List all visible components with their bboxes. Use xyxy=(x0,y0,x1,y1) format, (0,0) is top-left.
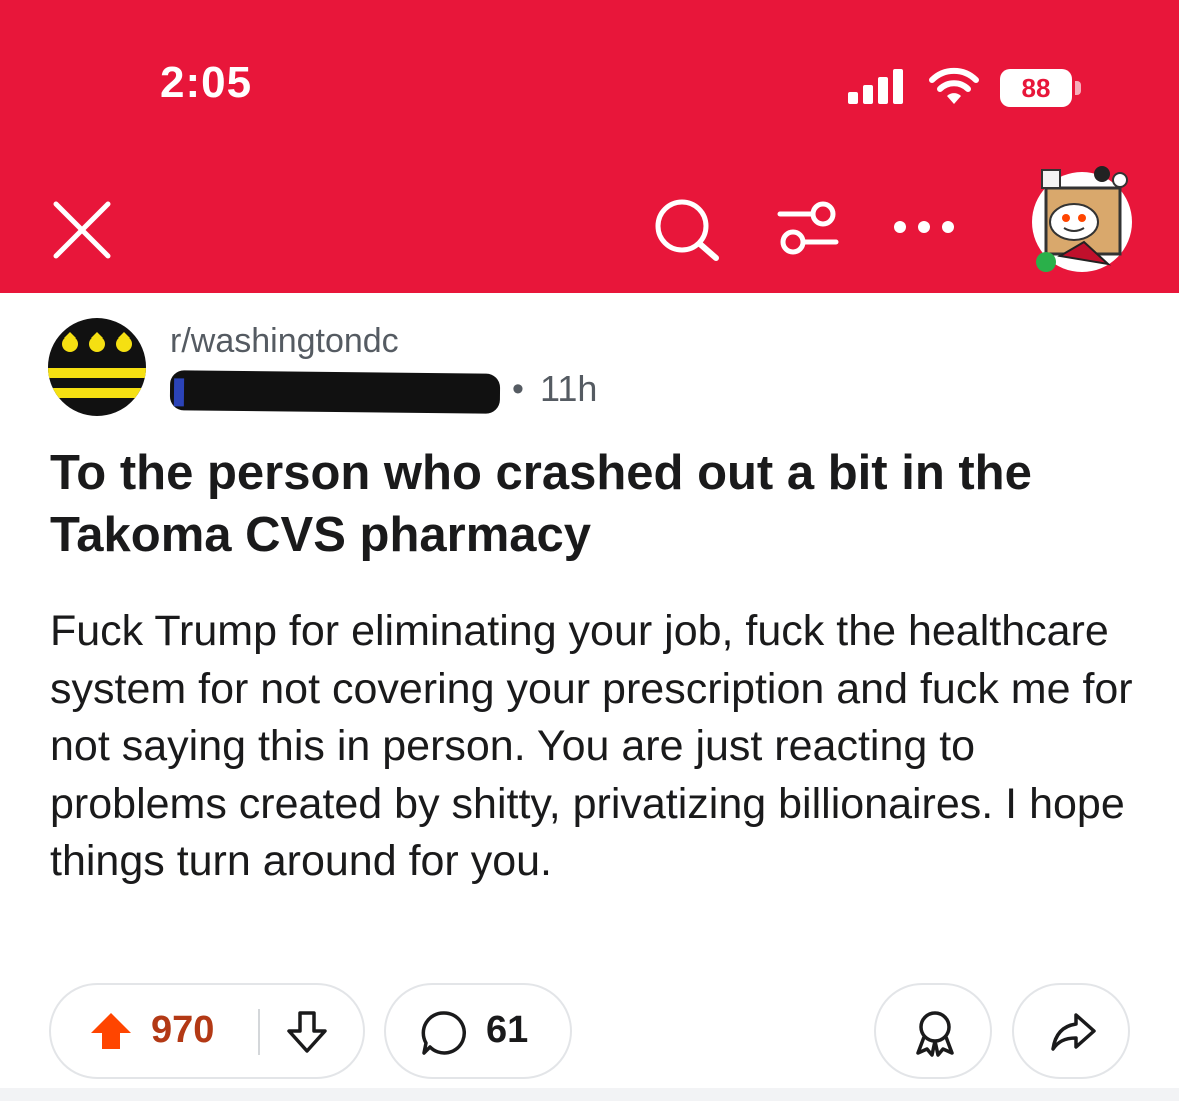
wifi-icon xyxy=(929,67,979,104)
filter-icon[interactable] xyxy=(776,196,840,260)
post-body: Fuck Trump for eliminating your job, fuc… xyxy=(50,607,1133,885)
search-icon[interactable] xyxy=(652,196,722,262)
subreddit-name[interactable]: r/washingtondc xyxy=(170,322,399,361)
vote-divider xyxy=(258,1009,260,1055)
post-title[interactable]: To the person who crashed out a bit in t… xyxy=(50,442,1140,566)
avatar[interactable] xyxy=(1024,160,1138,278)
signal-icon xyxy=(848,69,903,104)
meta-separator: • xyxy=(512,370,524,408)
vote-count: 970 xyxy=(151,1009,215,1051)
share-icon xyxy=(1051,1013,1096,1051)
subreddit-icon[interactable] xyxy=(48,318,146,416)
close-icon[interactable] xyxy=(50,198,114,262)
app-header: 2:05 88 xyxy=(0,0,1179,293)
vote-bar: 970 xyxy=(49,983,365,1079)
battery-icon: 88 xyxy=(1000,69,1084,107)
status-time: 2:05 xyxy=(160,58,253,107)
downvote-icon[interactable] xyxy=(285,1009,329,1055)
award-icon xyxy=(916,1011,954,1057)
feed-separator xyxy=(0,1088,1179,1101)
comments-button[interactable]: 61 xyxy=(384,983,572,1079)
comment-count: 61 xyxy=(486,1009,529,1051)
redacted-username xyxy=(169,370,501,414)
award-button[interactable] xyxy=(874,983,992,1079)
upvote-icon[interactable] xyxy=(89,1011,133,1051)
battery-nub xyxy=(1075,81,1081,95)
share-button[interactable] xyxy=(1012,983,1130,1079)
comment-icon xyxy=(421,1011,467,1055)
battery-level: 88 xyxy=(1000,69,1072,107)
more-icon[interactable] xyxy=(892,212,956,242)
post-age: 11h xyxy=(540,368,598,409)
